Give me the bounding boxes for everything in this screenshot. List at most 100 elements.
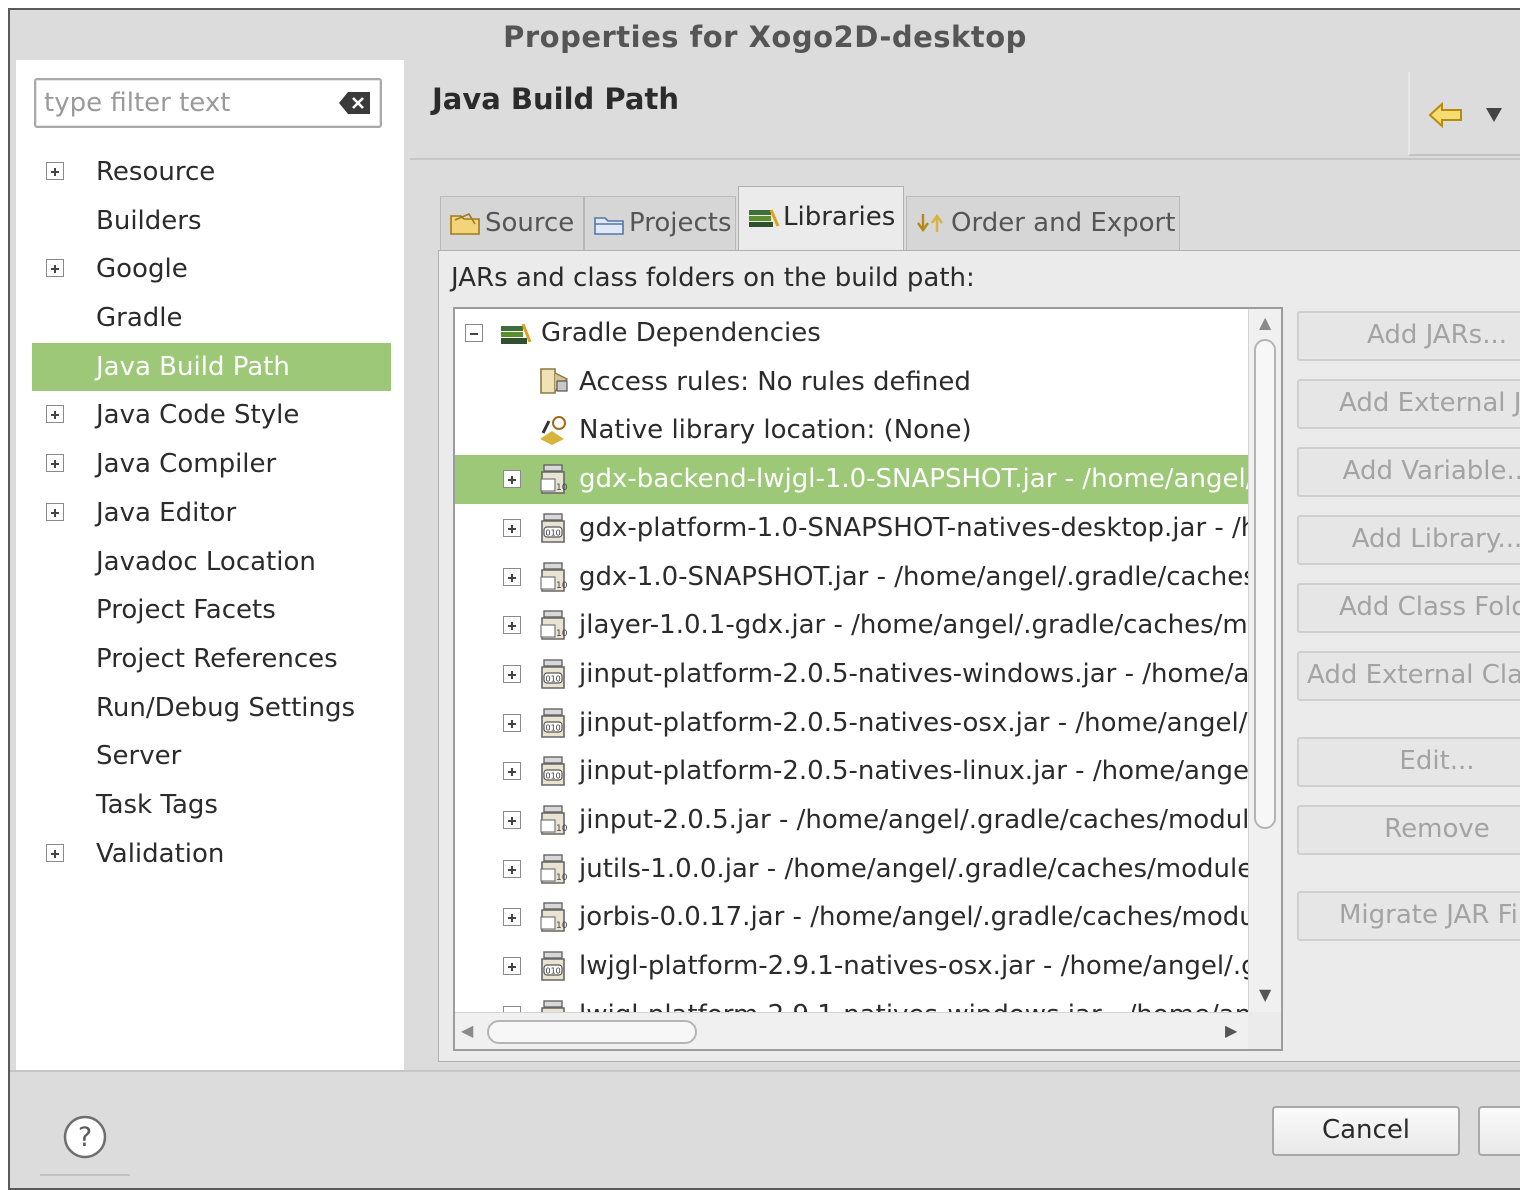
svg-text:010: 010	[546, 967, 561, 976]
expand-icon[interactable]	[503, 664, 521, 683]
tree-row-jar[interactable]: 10 lwjgl-platform-2.9.1-natives-windows.j…	[455, 991, 1250, 1012]
collapse-icon[interactable]	[465, 324, 483, 342]
svg-text:010: 010	[546, 674, 561, 683]
add-external-jars-button[interactable]: Add External JARs...	[1297, 379, 1520, 429]
expand-icon[interactable]	[503, 908, 521, 927]
expand-icon[interactable]	[503, 567, 521, 586]
nav-item-validation[interactable]: Validation	[16, 830, 404, 879]
tree-row-jar[interactable]: 10 jlayer-1.0.1-gdx.jar - /home/angel/.gr…	[455, 601, 1250, 650]
tab-source[interactable]: Source	[440, 196, 584, 250]
nav-item-javadoc-location[interactable]: Javadoc Location	[16, 538, 404, 587]
expand-icon[interactable]	[503, 518, 521, 537]
edit-button[interactable]: Edit...	[1297, 737, 1520, 787]
filter-input[interactable]	[42, 86, 332, 120]
add-library-button[interactable]: Add Library...	[1297, 515, 1520, 565]
horizontal-scrollbar[interactable]: ◀ ▶	[455, 1012, 1250, 1049]
nav-item-label: Project Facets	[96, 595, 276, 626]
remove-button[interactable]: Remove	[1297, 805, 1520, 855]
jar-source-icon: 10	[540, 464, 568, 494]
scroll-down-icon[interactable]: ▼	[1259, 985, 1271, 1004]
expand-icon[interactable]	[503, 859, 521, 878]
vertical-scroll-thumb[interactable]	[1254, 339, 1276, 829]
libraries-tree[interactable]: Gradle Dependencies Access rules: No rule…	[453, 307, 1283, 1051]
tree-row-jar[interactable]: 010 lwjgl-platform-2.9.1-natives-osx.jar …	[455, 942, 1250, 991]
tree-row-detail[interactable]: Native library location: (None)	[455, 406, 1250, 455]
tree-row-label: jutils-1.0.0.jar - /home/angel/.gradle/c…	[579, 853, 1250, 884]
expand-icon[interactable]	[46, 843, 64, 862]
nav-item-project-facets[interactable]: Project Facets	[16, 586, 404, 635]
help-icon[interactable]: ?	[62, 1114, 108, 1160]
history-dropdown-icon[interactable]	[1484, 106, 1504, 124]
nav-item-google[interactable]: Google	[16, 245, 404, 294]
jar-source-icon: 10	[540, 902, 568, 933]
nav-item-java-compiler[interactable]: Java Compiler	[16, 440, 404, 489]
tree-row-jar[interactable]: 010 jinput-platform-2.0.5-natives-windows…	[455, 650, 1250, 699]
clear-filter-icon[interactable]	[338, 90, 372, 116]
expand-icon[interactable]	[503, 713, 521, 732]
nav-item-task-tags[interactable]: Task Tags	[16, 781, 404, 830]
tree-row-jar[interactable]: 10 jinput-2.0.5.jar - /home/angel/.gradle…	[455, 796, 1250, 845]
nav-item-builders[interactable]: Builders	[16, 197, 404, 246]
expand-icon[interactable]	[503, 811, 521, 829]
nav-item-java-build-path[interactable]: Java Build Path	[32, 342, 391, 392]
expand-icon[interactable]	[503, 762, 521, 781]
dialog-title: Properties for Xogo2D-desktop	[503, 20, 1027, 54]
scroll-corner	[1248, 1012, 1281, 1049]
nav-item-server[interactable]: Server	[16, 732, 404, 781]
expand-icon[interactable]	[46, 405, 64, 424]
migrate-jar-file-button[interactable]: Migrate JAR File...	[1297, 891, 1520, 941]
filter-field[interactable]	[34, 78, 382, 128]
nav-item-label: Builders	[96, 205, 202, 236]
scroll-up-icon[interactable]: ▲	[1259, 313, 1271, 332]
nav-item-project-references[interactable]: Project References	[16, 635, 404, 684]
tab-order-export[interactable]: Order and Export	[906, 196, 1180, 250]
svg-text:010: 010	[546, 772, 561, 781]
svg-text:10: 10	[556, 629, 568, 639]
tree-row-jar[interactable]: 10 gdx-1.0-SNAPSHOT.jar - /home/angel/.gr…	[455, 553, 1250, 602]
help-icon-glyph: ?	[78, 1122, 92, 1153]
tab-libraries-label: Libraries	[783, 202, 896, 232]
source-folder-icon	[450, 212, 480, 235]
tree-row-jar[interactable]: 010 gdx-platform-1.0-SNAPSHOT-natives-des…	[455, 504, 1250, 553]
expand-icon[interactable]	[46, 454, 64, 473]
tree-row-label: jlayer-1.0.1-gdx.jar - /home/angel/.grad…	[579, 610, 1250, 641]
expand-icon[interactable]	[503, 957, 521, 976]
nav-item-java-editor[interactable]: Java Editor	[16, 489, 404, 538]
scroll-left-icon[interactable]: ◀	[461, 1021, 473, 1040]
nav-item-run-debug-settings[interactable]: Run/Debug Settings	[16, 684, 404, 733]
nav-tree: Resource Builders Google Gradle Java Build P…	[16, 148, 404, 878]
tree-row-jar[interactable]: 010 jinput-platform-2.0.5-natives-osx.jar…	[455, 699, 1250, 748]
tree-row-label: lwjgl-platform-2.9.1-natives-windows.jar…	[579, 991, 1250, 1012]
libraries-icon	[501, 323, 532, 344]
tab-projects[interactable]: Projects	[584, 196, 736, 250]
help-button[interactable]: ?	[40, 1088, 130, 1176]
add-class-folder-button[interactable]: Add Class Folder...	[1297, 583, 1520, 633]
nav-item-gradle[interactable]: Gradle	[16, 294, 404, 343]
ok-button[interactable]	[1478, 1106, 1520, 1156]
expand-icon[interactable]	[503, 616, 521, 635]
tree-row-gradle-dependencies[interactable]: Gradle Dependencies	[455, 309, 1250, 358]
nav-item-resource[interactable]: Resource	[16, 148, 404, 197]
expand-icon[interactable]	[46, 259, 64, 278]
nav-item-label: Java Editor	[96, 497, 237, 528]
tree-row-jar[interactable]: 10 gdx-backend-lwjgl-1.0-SNAPSHOT.jar - /…	[455, 455, 1250, 504]
vertical-scrollbar[interactable]: ▲ ▼	[1248, 309, 1281, 1012]
add-variable-button[interactable]: Add Variable...	[1297, 447, 1520, 497]
expand-icon[interactable]	[46, 502, 64, 521]
tab-libraries[interactable]: Libraries	[738, 186, 904, 252]
back-arrow-icon[interactable]	[1428, 102, 1464, 128]
properties-dialog: Properties for Xogo2D-desktop Resource Bu…	[8, 8, 1520, 1190]
expand-icon[interactable]	[503, 470, 521, 489]
nav-item-java-code-style[interactable]: Java Code Style	[16, 391, 404, 440]
expand-icon[interactable]	[46, 162, 64, 180]
nav-item-label: Gradle	[96, 303, 183, 334]
cancel-button[interactable]: Cancel	[1272, 1106, 1460, 1156]
horizontal-scroll-thumb[interactable]	[487, 1020, 697, 1044]
scroll-right-icon[interactable]: ▶	[1225, 1021, 1237, 1040]
tree-row-jar[interactable]: 10 jutils-1.0.0.jar - /home/angel/.gradle…	[455, 845, 1250, 894]
add-external-class-folder-button[interactable]: Add External Class Folder...	[1297, 651, 1520, 701]
tree-row-jar[interactable]: 10 jorbis-0.0.17.jar - /home/angel/.gradl…	[455, 893, 1250, 942]
add-jars-button[interactable]: Add JARs...	[1297, 311, 1520, 361]
tree-row-detail[interactable]: Access rules: No rules defined	[455, 358, 1250, 407]
tree-row-jar[interactable]: 010 jinput-platform-2.0.5-natives-linux.j…	[455, 747, 1250, 796]
